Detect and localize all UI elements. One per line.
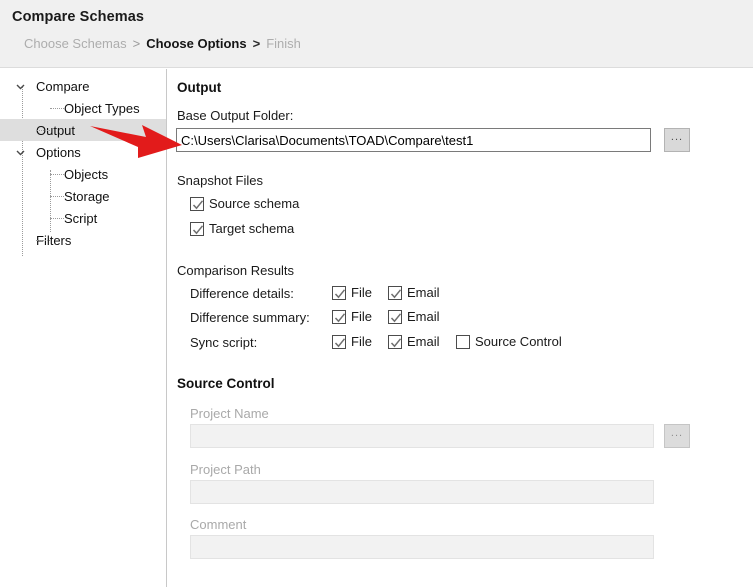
checkbox-label: Target schema — [209, 221, 295, 236]
sidebar-item-object-types[interactable]: Object Types — [0, 97, 166, 119]
chevron-down-icon[interactable] — [14, 146, 27, 159]
checkbox-label: File — [351, 309, 372, 324]
sidebar-item-label: Script — [64, 210, 98, 226]
checkbox-difference-details-email[interactable]: Email — [388, 285, 440, 300]
tree-branch-line — [50, 218, 64, 220]
base-output-folder-browse-button[interactable]: ... — [664, 128, 690, 152]
tree-branch-line — [36, 240, 50, 242]
difference-details-label: Difference details: — [190, 286, 294, 301]
checkbox-checked-icon — [190, 196, 204, 211]
sidebar-item-objects[interactable]: Objects — [0, 163, 166, 185]
comment-label: Comment — [190, 517, 247, 532]
comparison-results-group-label: Comparison Results — [177, 263, 295, 278]
checkbox-checked-icon — [190, 221, 204, 236]
checkbox-unchecked-icon — [456, 334, 470, 349]
tree-branch-line — [36, 130, 50, 132]
source-control-section-title: Source Control — [177, 376, 275, 391]
tree-branch-line — [50, 196, 64, 198]
project-path-label: Project Path — [190, 462, 261, 477]
sidebar-item-label: Options — [36, 144, 81, 160]
sidebar-item-compare[interactable]: Compare — [0, 75, 166, 97]
checkbox-target-schema[interactable]: Target schema — [190, 221, 294, 236]
breadcrumb-step-choose-schemas[interactable]: Choose Schemas — [24, 36, 127, 51]
checkbox-label: Email — [407, 309, 440, 324]
checkbox-sync-script-file[interactable]: File — [332, 334, 372, 349]
wizard-header: Compare Schemas Choose Schemas > Choose … — [0, 0, 753, 68]
tree-branch-line — [50, 108, 64, 110]
checkbox-checked-icon — [332, 334, 346, 349]
sidebar-item-label: Storage — [64, 188, 110, 204]
project-name-label: Project Name — [190, 406, 269, 421]
sidebar-item-script[interactable]: Script — [0, 207, 166, 229]
checkbox-label: Source Control — [475, 334, 562, 349]
checkbox-checked-icon — [332, 309, 346, 324]
sidebar-item-filters[interactable]: Filters — [0, 229, 166, 251]
breadcrumb-separator: > — [252, 36, 261, 51]
sidebar-item-options[interactable]: Options — [0, 141, 166, 163]
project-name-input[interactable] — [190, 424, 654, 448]
difference-summary-label: Difference summary: — [190, 310, 310, 325]
sidebar-item-label: Compare — [36, 78, 90, 94]
snapshot-files-group-label: Snapshot Files — [177, 173, 263, 188]
checkbox-checked-icon — [388, 309, 402, 324]
project-path-input[interactable] — [190, 480, 654, 504]
chevron-down-icon[interactable] — [14, 80, 27, 93]
breadcrumb-separator: > — [132, 36, 141, 51]
checkbox-label: File — [351, 334, 372, 349]
base-output-folder-input[interactable] — [176, 128, 651, 152]
checkbox-difference-summary-email[interactable]: Email — [388, 309, 440, 324]
navigation-sidebar: Compare Object Types Output Options Obje… — [0, 69, 167, 587]
sidebar-item-output[interactable]: Output — [0, 119, 166, 141]
checkbox-difference-summary-file[interactable]: File — [332, 309, 372, 324]
checkbox-sync-script-source-control[interactable]: Source Control — [456, 334, 562, 349]
checkbox-checked-icon — [388, 285, 402, 300]
page-title: Compare Schemas — [12, 9, 145, 25]
options-tree: Compare Object Types Output Options Obje… — [0, 69, 166, 256]
checkbox-label: Email — [407, 334, 440, 349]
checkbox-difference-details-file[interactable]: File — [332, 285, 372, 300]
sidebar-item-storage[interactable]: Storage — [0, 185, 166, 207]
checkbox-label: Source schema — [209, 196, 300, 211]
sidebar-item-label: Object Types — [64, 100, 140, 116]
checkbox-checked-icon — [332, 285, 346, 300]
checkbox-label: File — [351, 285, 372, 300]
output-options-panel: Output Base Output Folder: ... Snapshot … — [168, 69, 753, 587]
base-output-folder-label: Base Output Folder: — [177, 108, 294, 123]
checkbox-label: Email — [407, 285, 440, 300]
sidebar-item-label: Objects — [64, 166, 109, 182]
breadcrumb-step-finish[interactable]: Finish — [266, 36, 301, 51]
tree-branch-line — [50, 174, 64, 176]
breadcrumb-step-choose-options[interactable]: Choose Options — [146, 36, 246, 51]
section-title-output: Output — [177, 80, 222, 95]
comment-input[interactable] — [190, 535, 654, 559]
checkbox-checked-icon — [388, 334, 402, 349]
project-name-browse-button[interactable]: ... — [664, 424, 690, 448]
checkbox-source-schema[interactable]: Source schema — [190, 196, 299, 211]
checkbox-sync-script-email[interactable]: Email — [388, 334, 440, 349]
breadcrumb: Choose Schemas > Choose Options > Finish — [24, 36, 301, 51]
sync-script-label: Sync script: — [190, 335, 258, 350]
